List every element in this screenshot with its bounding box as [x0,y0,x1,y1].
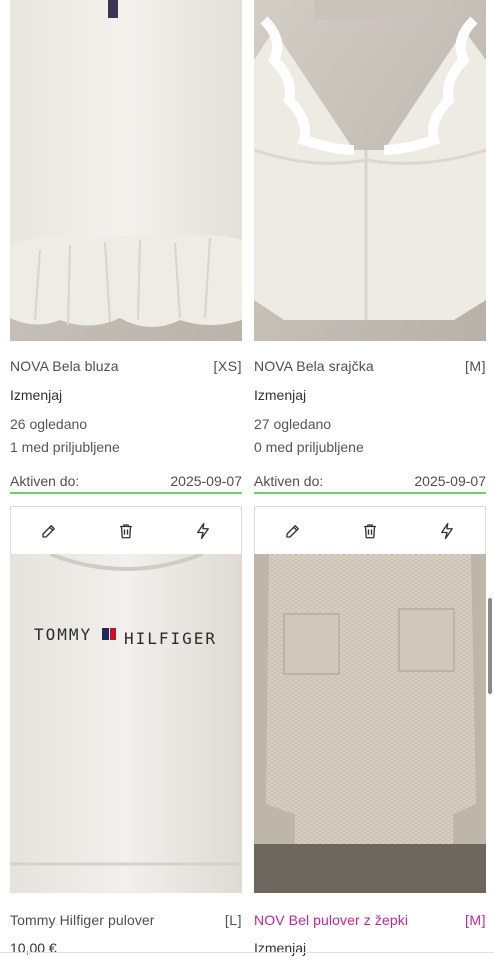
favorites-count: 0 med priljubljene [254,439,364,455]
listing-title[interactable]: NOVA Bela srajčka [254,358,374,374]
white-shirt-image [254,0,486,341]
boost-button[interactable] [427,511,467,551]
active-until-label: Aktiven do: [10,473,80,489]
product-photo[interactable] [254,554,486,893]
active-until-label: Aktiven do: [254,473,324,489]
listing-toolbar [10,506,242,554]
trash-icon [119,523,132,538]
views-count: 26 ogledano [10,416,88,432]
knit-sweater-image [254,554,486,893]
listing-title[interactable]: NOV Bel pulover z žepki [254,912,408,928]
listing-title[interactable]: Tommy Hilfiger pulover [10,912,155,928]
listing-title-row: Tommy Hilfiger pulover [L] [10,912,242,928]
listing-toolbar [254,506,486,554]
size-badge: [M] [465,912,486,928]
listing-title-row: NOVA Bela srajčka [M] [254,358,486,374]
lightning-icon [196,522,209,539]
favorites-count: 1 med priljubljene [10,439,120,455]
listing-price: 10,00 € [10,940,57,956]
edit-link[interactable]: Izmenjaj [10,387,62,403]
active-until-date: 2025-09-07 [170,473,242,489]
divider [0,952,494,953]
listing-title[interactable]: NOVA Bela bluza [10,358,119,374]
white-blouse-image [10,0,242,341]
edit-link[interactable]: Izmenjaj [254,940,306,956]
delete-button[interactable] [350,511,390,551]
scrollbar[interactable] [488,598,492,694]
views-count: 27 ogledano [254,416,332,432]
product-photo[interactable]: TOMMY HILFIGER [10,554,242,893]
size-badge: [L] [224,912,242,928]
edit-button[interactable] [273,511,313,551]
logo-text-left: TOMMY [34,625,92,644]
pencil-icon [42,524,56,538]
product-photo[interactable] [10,0,242,341]
boost-button[interactable] [183,511,223,551]
lightning-icon [440,522,453,539]
listing-title-row: NOV Bel pulover z žepki [M] [254,912,486,928]
delete-button[interactable] [106,511,146,551]
active-until-row: Aktiven do: 2025-09-07 [254,473,486,494]
tommy-hilfiger-sweatshirt-image: TOMMY HILFIGER [10,554,242,893]
trash-icon [363,523,376,538]
product-photo[interactable] [254,0,486,341]
edit-link[interactable]: Izmenjaj [254,387,306,403]
active-until-row: Aktiven do: 2025-09-07 [10,473,242,494]
edit-button[interactable] [29,511,69,551]
size-badge: [M] [465,358,486,374]
logo-text-right: HILFIGER [124,629,217,648]
size-badge: [XS] [213,358,242,374]
active-until-date: 2025-09-07 [414,473,486,489]
listing-title-row: NOVA Bela bluza [XS] [10,358,242,374]
pencil-icon [286,524,300,538]
